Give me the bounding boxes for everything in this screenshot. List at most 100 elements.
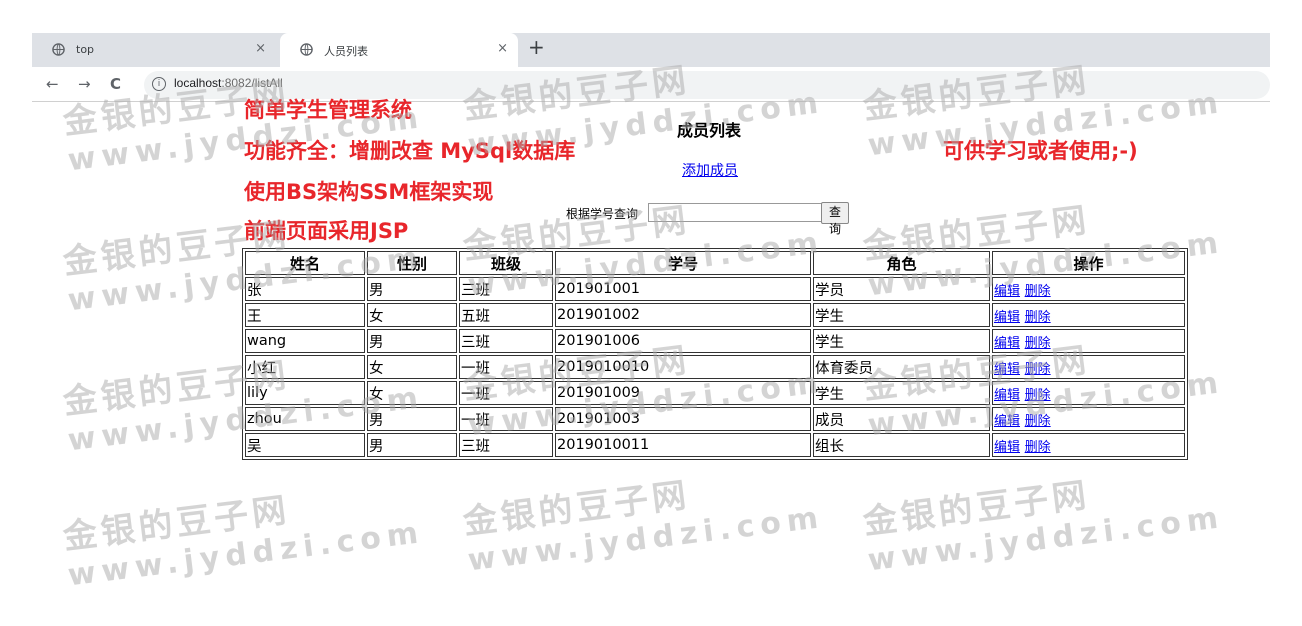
delete-link[interactable]: 删除	[1025, 440, 1051, 455]
edit-link[interactable]: 编辑	[994, 284, 1020, 299]
overlay-right-note: 可供学习或者使用;-)	[943, 139, 1138, 163]
student-id-search-input[interactable]	[648, 203, 822, 222]
delete-link[interactable]: 删除	[1025, 414, 1051, 429]
watermark: 金银的豆子网 www.jyddzi.com	[860, 475, 1226, 579]
reload-button[interactable]: C	[110, 75, 121, 93]
cell-student-id: 201901009	[555, 381, 811, 405]
cell-student-id: 201901001	[555, 277, 811, 301]
cell-role: 组长	[813, 433, 990, 457]
edit-link[interactable]: 编辑	[994, 336, 1020, 351]
cell-gender: 女	[367, 303, 457, 327]
edit-link[interactable]: 编辑	[994, 388, 1020, 403]
overlay-line-4: 前端页面采用JSP	[244, 219, 409, 243]
delete-link[interactable]: 删除	[1025, 362, 1051, 377]
cell-gender: 男	[367, 277, 457, 301]
page-title: 成员列表	[677, 121, 742, 140]
table-row: 小红女一班 2019010010 体育委员 编辑 删除	[245, 355, 1185, 379]
delete-link[interactable]: 删除	[1025, 388, 1051, 403]
cell-role: 学生	[813, 381, 990, 405]
header-class: 班级	[459, 251, 553, 275]
cell-gender: 男	[367, 433, 457, 457]
search-label: 根据学号查询	[566, 207, 639, 221]
watermark: 金银的豆子网 www.jyddzi.com	[460, 475, 826, 579]
cell-role: 成员	[813, 407, 990, 431]
cell-class: 一班	[459, 381, 553, 405]
cell-actions: 编辑 删除	[992, 407, 1185, 431]
cell-actions: 编辑 删除	[992, 329, 1185, 353]
cell-actions: 编辑 删除	[992, 381, 1185, 405]
cell-student-id: 201901002	[555, 303, 811, 327]
url-text: localhost:8082/listAll	[174, 76, 283, 90]
cell-student-id: 201901003	[555, 407, 811, 431]
table-row: wang 男三班 201901006 学生 编辑 删除	[245, 329, 1185, 353]
edit-link[interactable]: 编辑	[994, 310, 1020, 325]
close-icon[interactable]: ×	[497, 41, 508, 56]
tab-member-list[interactable]: 人员列表 ×	[280, 33, 518, 67]
edit-link[interactable]: 编辑	[994, 440, 1020, 455]
cell-role: 学员	[813, 277, 990, 301]
cell-actions: 编辑 删除	[992, 433, 1185, 457]
tab-title: 人员列表	[324, 45, 368, 58]
header-student-id: 学号	[555, 251, 811, 275]
cell-name: 小红	[245, 355, 365, 379]
cell-class: 五班	[459, 303, 553, 327]
table-row: 吴男三班 2019010011 组长 编辑 删除	[245, 433, 1185, 457]
table-header-row: 姓名 性别 班级 学号 角色 操作	[245, 251, 1185, 275]
cell-gender: 男	[367, 407, 457, 431]
edit-link[interactable]: 编辑	[994, 362, 1020, 377]
info-icon[interactable]: i	[152, 77, 166, 91]
table-row: lily 女一班 201901009 学生 编辑 删除	[245, 381, 1185, 405]
cell-actions: 编辑 删除	[992, 355, 1185, 379]
cell-class: 一班	[459, 407, 553, 431]
tab-title: top	[76, 43, 95, 56]
cell-gender: 男	[367, 329, 457, 353]
table-row: zhou 男一班 201901003 成员 编辑 删除	[245, 407, 1185, 431]
delete-link[interactable]: 删除	[1025, 310, 1051, 325]
globe-icon	[52, 43, 65, 56]
back-button[interactable]: ←	[46, 75, 59, 93]
cell-class: 一班	[459, 355, 553, 379]
watermark: 金银的豆子网 www.jyddzi.com	[60, 490, 426, 594]
cell-name: lily	[245, 381, 365, 405]
cell-student-id: 201901006	[555, 329, 811, 353]
overlay-line-1: 简单学生管理系统	[244, 98, 412, 122]
edit-link[interactable]: 编辑	[994, 414, 1020, 429]
cell-role: 体育委员	[813, 355, 990, 379]
overlay-line-3: 使用BS架构SSM框架实现	[244, 180, 494, 204]
url-host: localhost	[174, 76, 222, 90]
cell-actions: 编辑 删除	[992, 277, 1185, 301]
delete-link[interactable]: 删除	[1025, 336, 1051, 351]
cell-actions: 编辑 删除	[992, 303, 1185, 327]
header-actions: 操作	[992, 251, 1185, 275]
cell-class: 三班	[459, 433, 553, 457]
delete-link[interactable]: 删除	[1025, 284, 1051, 299]
overlay-line-2: 功能齐全：增删改查 MySql数据库	[244, 139, 576, 163]
browser-toolbar: ← → C i localhost:8082/listAll	[32, 67, 1270, 102]
add-member-link[interactable]: 添加成员	[682, 160, 738, 180]
cell-name: wang	[245, 329, 365, 353]
cell-role: 学生	[813, 329, 990, 353]
cell-gender: 女	[367, 381, 457, 405]
new-tab-button[interactable]: +	[528, 35, 545, 59]
cell-role: 学生	[813, 303, 990, 327]
cell-student-id: 2019010010	[555, 355, 811, 379]
forward-button[interactable]: →	[78, 75, 91, 93]
member-table: 姓名 性别 班级 学号 角色 操作 张男三班 201901001 学员 编辑 删除王女…	[242, 248, 1188, 460]
header-role: 角色	[813, 251, 990, 275]
cell-name: zhou	[245, 407, 365, 431]
cell-class: 三班	[459, 329, 553, 353]
cell-name: 张	[245, 277, 365, 301]
tab-strip: top × 人员列表 × +	[32, 33, 1270, 67]
header-name: 姓名	[245, 251, 365, 275]
cell-name: 王	[245, 303, 365, 327]
search-button[interactable]: 查询	[821, 202, 850, 236]
table-row: 张男三班 201901001 学员 编辑 删除	[245, 277, 1185, 301]
table-row: 王女五班 201901002 学生 编辑 删除	[245, 303, 1185, 327]
globe-icon	[300, 43, 313, 56]
tab-top[interactable]: top ×	[32, 33, 276, 67]
cell-class: 三班	[459, 277, 553, 301]
cell-gender: 女	[367, 355, 457, 379]
cell-name: 吴	[245, 433, 365, 457]
cell-student-id: 2019010011	[555, 433, 811, 457]
close-icon[interactable]: ×	[255, 41, 266, 56]
